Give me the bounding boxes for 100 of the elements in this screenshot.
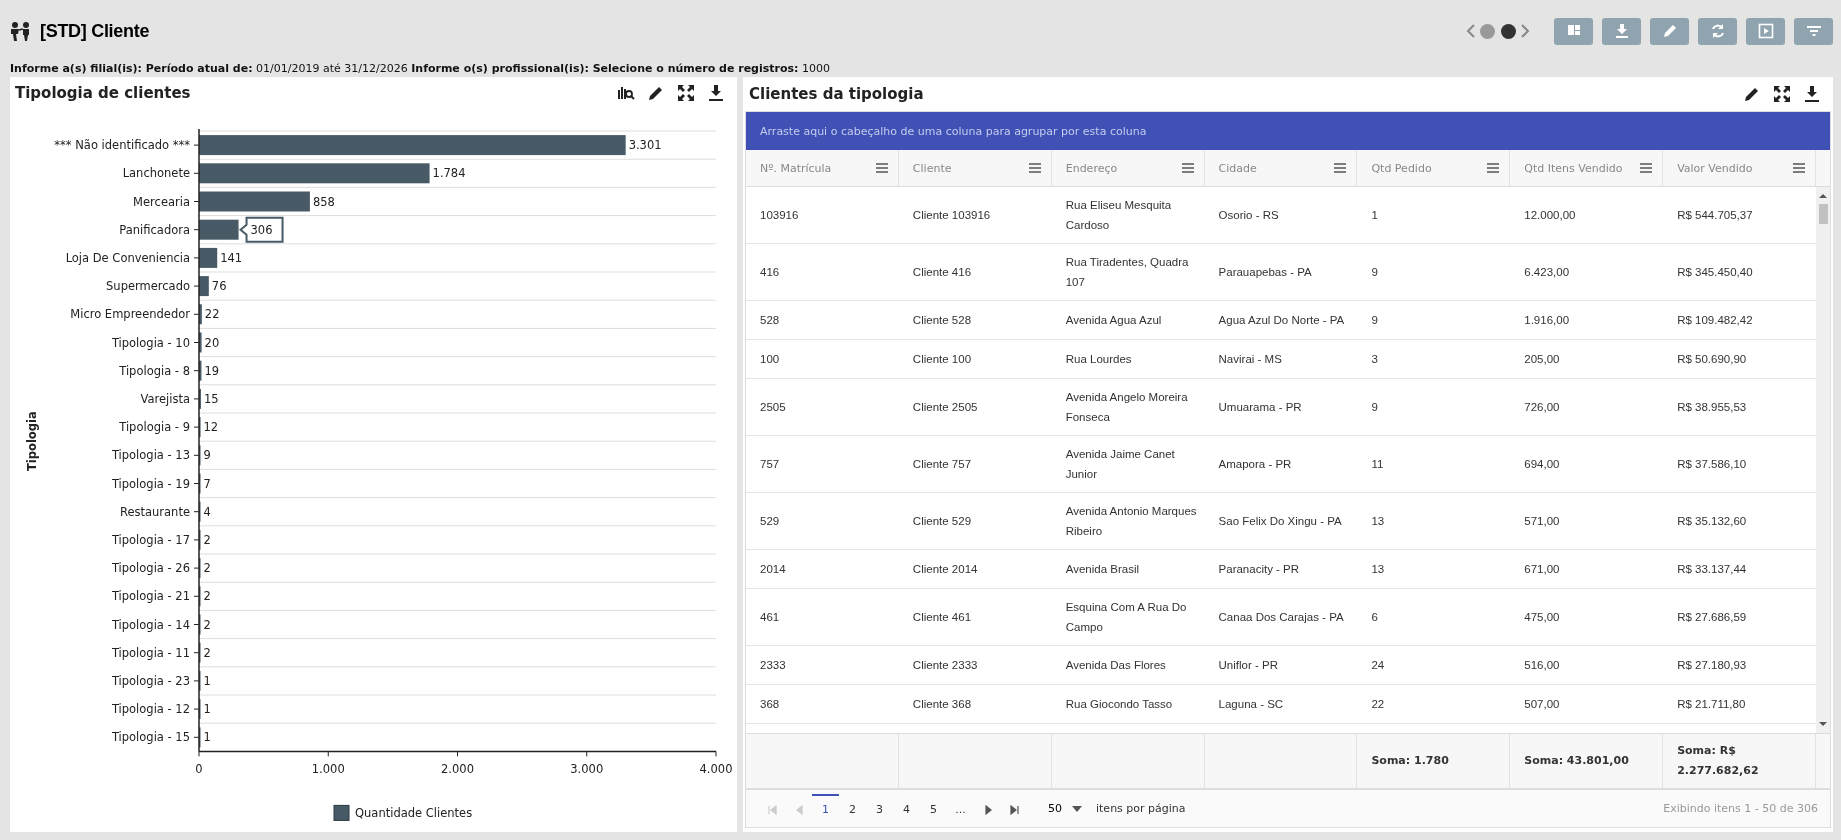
value-label: 1 bbox=[203, 730, 211, 745]
table-cell-text: Canaa Dos Carajas - PA bbox=[1217, 610, 1345, 625]
category-label: Tipologia - 13 bbox=[111, 448, 190, 463]
table-cell-text: Cliente 100 bbox=[911, 352, 973, 367]
tick-label: 2.000 bbox=[441, 762, 474, 777]
category-label: Tipologia - 15 bbox=[111, 730, 190, 745]
tick-label: 1.000 bbox=[311, 762, 345, 777]
panel-title: Clientes da tipologia bbox=[749, 85, 925, 103]
table-cell-text: Avenida Angelo Moreira Fonseca bbox=[1064, 390, 1189, 425]
table-cell-text: Rua Lourdes bbox=[1064, 352, 1133, 367]
page-size-label: itens por página bbox=[1096, 802, 1186, 815]
table-cell-text: 1.916,00 bbox=[1523, 313, 1571, 328]
table-cell-text: Osorio - RS bbox=[1217, 208, 1280, 223]
category-label: Micro Empreendedor bbox=[70, 307, 190, 322]
table-cell-text: Amapora - PR bbox=[1217, 457, 1293, 472]
table-cell-text: 416 bbox=[759, 265, 781, 280]
category-label: Lanchonete bbox=[122, 166, 190, 181]
category-label: Tipologia - 8 bbox=[119, 363, 190, 378]
table-cell-text: Uniflor - PR bbox=[1217, 658, 1279, 673]
table-cell-text: Avenida Antonio Marques Ribeiro bbox=[1064, 504, 1198, 539]
value-label: 2 bbox=[203, 617, 211, 632]
tick-label: 4.000 bbox=[699, 762, 733, 777]
category-label: Tipologia - 19 bbox=[111, 476, 190, 491]
table-cell-text: 6 bbox=[1370, 610, 1379, 625]
table-cell-text: 13 bbox=[1370, 514, 1386, 529]
table-cell-text: Avenida Agua Azul bbox=[1064, 313, 1163, 328]
category-label: Supermercado bbox=[106, 279, 190, 294]
table-cell-text: 516,00 bbox=[1523, 658, 1561, 673]
table-cell-text: R$ 544.705,37 bbox=[1676, 208, 1754, 223]
category-label: *** Não identificado *** bbox=[54, 138, 190, 153]
table-cell-text: Rua Tiradentes, Quadra 107 bbox=[1064, 255, 1190, 290]
axis-title: Tipologia bbox=[25, 411, 39, 472]
value-label: 2 bbox=[203, 589, 211, 604]
table-cell-text: 9 bbox=[1370, 313, 1379, 328]
table-cell-text: R$ 345.450,40 bbox=[1676, 265, 1754, 280]
category-label: Tipologia - 11 bbox=[111, 645, 190, 660]
table-cell-text: Esquina Com A Rua Do Campo bbox=[1064, 600, 1188, 635]
category-label: Tipologia - 23 bbox=[111, 673, 190, 688]
table-cell-text: 2014 bbox=[759, 562, 787, 577]
column-total: Soma: 43.801,00 bbox=[1524, 753, 1629, 769]
table-cell-text: Cliente 2333 bbox=[911, 658, 979, 673]
table-cell-text: Cliente 2505 bbox=[911, 400, 979, 415]
legend-label: Quantidade Clientes bbox=[355, 806, 473, 821]
table-cell-text: 103916 bbox=[759, 208, 800, 223]
table-cell-text: 571,00 bbox=[1523, 514, 1561, 529]
filter-summary: Informe a(s) filial(is): Período atual de: 01/01/2019 até 31/12/2026 Informe o(s) profissional(is): Selecione o número de registros: 1000 bbox=[10, 62, 831, 75]
table-cell-text: R$ 37.586,10 bbox=[1676, 457, 1748, 472]
value-label: 19 bbox=[204, 363, 220, 378]
column-total: Soma: 1.780 bbox=[1371, 753, 1449, 769]
table-cell-text: 12.000,00 bbox=[1523, 208, 1577, 223]
table-cell-text: 757 bbox=[759, 457, 781, 472]
value-label: 22 bbox=[204, 307, 220, 322]
table-cell-text: 507,00 bbox=[1523, 697, 1561, 712]
value-label: 3.301 bbox=[628, 138, 662, 153]
category-label: Tipologia - 21 bbox=[111, 589, 190, 604]
table-cell-text: 9 bbox=[1370, 400, 1379, 415]
category-label: Tipologia - 12 bbox=[111, 702, 190, 717]
category-label: Tipologia - 10 bbox=[111, 335, 190, 350]
table-cell-text: Cliente 2014 bbox=[911, 562, 979, 577]
table-cell-text: 1 bbox=[1370, 208, 1379, 223]
value-label: 141 bbox=[220, 250, 243, 265]
items-info: Exibindo itens 1 - 50 de 306 bbox=[1663, 802, 1818, 815]
value-label: 7 bbox=[203, 476, 211, 491]
category-label: Restaurante bbox=[119, 504, 190, 519]
table-cell-text: Cliente 528 bbox=[911, 313, 973, 328]
table-cell-text: 24 bbox=[1370, 658, 1386, 673]
value-label: 1 bbox=[203, 673, 211, 688]
table-cell-text: R$ 27.180,93 bbox=[1676, 658, 1748, 673]
table-cell-text: R$ 38.955,53 bbox=[1676, 400, 1748, 415]
value-label: 858 bbox=[312, 194, 335, 209]
table-cell-text: 529 bbox=[759, 514, 781, 529]
table-cell-text: Avenida Das Flores bbox=[1064, 658, 1167, 673]
value-label: 12 bbox=[203, 420, 219, 435]
table-cell-text: 461 bbox=[759, 610, 781, 625]
table-cell-text: Cliente 461 bbox=[911, 610, 973, 625]
table-cell-text: 205,00 bbox=[1523, 352, 1561, 367]
table-cell-text: Rua Giocondo Tasso bbox=[1064, 697, 1174, 712]
value-label: 76 bbox=[211, 279, 227, 294]
table-cell-text: Paranacity - PR bbox=[1217, 562, 1301, 577]
value-label: 1 bbox=[203, 702, 211, 717]
table-cell-text: Cliente 757 bbox=[911, 457, 973, 472]
category-label: Varejista bbox=[140, 391, 190, 406]
value-label: 2 bbox=[203, 561, 211, 576]
table-cell-text: Cliente 529 bbox=[911, 514, 973, 529]
value-label: 9 bbox=[203, 448, 211, 463]
tick-label: 0 bbox=[195, 762, 203, 777]
table-cell-text: Avenida Brasil bbox=[1064, 562, 1140, 577]
table-cell-text: R$ 50.690,90 bbox=[1676, 352, 1748, 367]
column-total: Soma: R$ 2.277.682,62 bbox=[1677, 743, 1760, 779]
table-cell-text: 13 bbox=[1370, 562, 1386, 577]
table-cell-text: 2505 bbox=[759, 400, 787, 415]
value-label: 2 bbox=[203, 532, 211, 547]
table-cell-text: 9 bbox=[1370, 265, 1379, 280]
table-cell-text: 726,00 bbox=[1523, 400, 1561, 415]
category-label: Mercearia bbox=[133, 194, 190, 209]
table-cell-text: R$ 35.132,60 bbox=[1676, 514, 1748, 529]
table-cell-text: Laguna - SC bbox=[1217, 697, 1285, 712]
table-cell-text: 11 bbox=[1370, 457, 1385, 472]
table-cell-text: Avenida Jaime Canet Junior bbox=[1064, 447, 1176, 482]
table-cell-text: R$ 27.686,59 bbox=[1676, 610, 1748, 625]
